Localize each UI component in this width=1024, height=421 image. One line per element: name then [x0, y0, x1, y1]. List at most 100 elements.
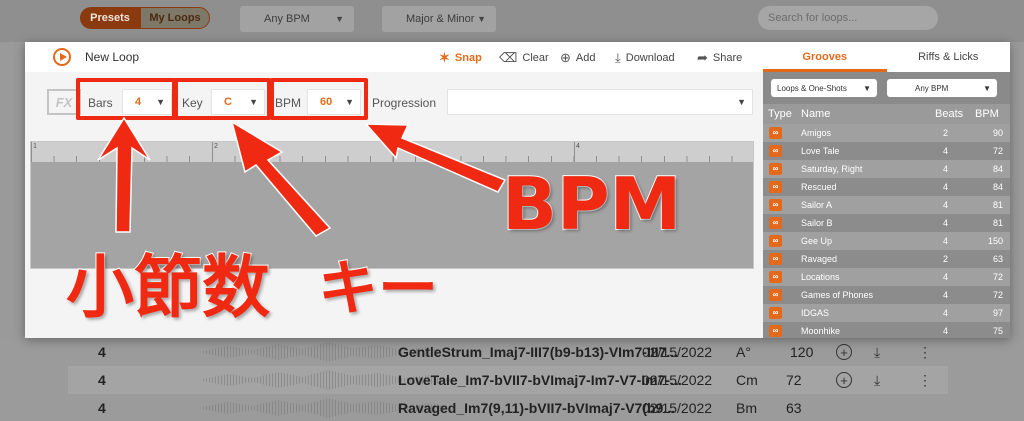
groove-beats: 4	[943, 200, 949, 210]
groove-bpm: 75	[992, 326, 1003, 336]
share-button[interactable]: ➦ Share	[697, 50, 742, 66]
groove-row[interactable]: ∞ Ravaged 2 63	[763, 250, 1010, 268]
bars-highlight-box	[76, 78, 176, 120]
loop-icon: ∞	[769, 199, 782, 211]
snap-button[interactable]: ✶ Snap	[439, 50, 482, 66]
groove-name: Ravaged	[801, 254, 838, 264]
groove-bpm: 90	[992, 128, 1003, 138]
loop-icon: ∞	[769, 235, 782, 247]
progression-select[interactable]: ▼	[447, 89, 753, 115]
groove-name: IDGAS	[801, 308, 830, 318]
groove-name: Games of Phones	[801, 290, 874, 300]
col-type: Type	[768, 108, 792, 120]
groove-row[interactable]: ∞ Gee Up 4 150	[763, 232, 1010, 250]
table-row[interactable]: 4 LoveTale_Im7-bVII7-bVImaj7-Im7-V7-Im7-…	[68, 366, 948, 394]
key-filter-label: Major & Minor	[406, 13, 475, 25]
chevron-down-icon: ▼	[335, 14, 344, 24]
share-icon: ➦	[697, 50, 708, 65]
groove-beats: 4	[943, 308, 949, 318]
add-icon[interactable]: +	[836, 344, 852, 360]
bar-marker	[393, 142, 394, 162]
chevron-down-icon: ▼	[983, 83, 991, 93]
download-button[interactable]: ⤓ Download	[615, 50, 675, 66]
bar-marker	[31, 142, 32, 162]
groove-beats: 4	[943, 218, 949, 228]
tab-grooves[interactable]: Grooves	[763, 42, 887, 72]
groove-beats: 2	[943, 254, 949, 264]
groove-row[interactable]: ∞ Rescued 4 84	[763, 178, 1010, 196]
download-icon[interactable]: ⤓	[874, 344, 880, 361]
groove-bpm: 81	[992, 218, 1003, 228]
loop-icon: ∞	[769, 127, 782, 139]
ruler-bar-number: 4	[576, 143, 580, 150]
groove-row[interactable]: ∞ Moonhike 4 75	[763, 322, 1010, 338]
table-row[interactable]: 4 Ravaged_Im7(9,11)-bVII7-bVImaj7-V7(b9.…	[68, 394, 948, 421]
groove-row[interactable]: ∞ Saturday, Right 4 84	[763, 160, 1010, 178]
groove-row[interactable]: ∞ Locations 4 72	[763, 268, 1010, 286]
bpm-filter-select[interactable]: Any BPM ▼	[240, 6, 354, 32]
row-date: 02/15/2022	[642, 372, 713, 388]
snap-label: Snap	[454, 52, 482, 64]
panel-bpm-select[interactable]: Any BPM ▼	[887, 79, 997, 97]
tab-riffs-licks[interactable]: Riffs & Licks	[887, 42, 1011, 72]
loop-icon: ∞	[769, 307, 782, 319]
row-bars: 4	[98, 344, 106, 360]
row-name: GentleStrum_Imaj7-III7(b9-b13)-VIm7-III7…	[398, 344, 679, 360]
groove-row[interactable]: ∞ Games of Phones 4 72	[763, 286, 1010, 304]
loop-type-select[interactable]: Loops & One-Shots ▼	[771, 79, 877, 97]
key-filter-select[interactable]: Major & Minor ▼	[382, 6, 496, 32]
loop-icon: ∞	[769, 289, 782, 301]
loop-icon: ∞	[769, 181, 782, 193]
row-bars: 4	[98, 400, 106, 416]
row-name: Ravaged_Im7(9,11)-bVII7-bVImaj7-V7(b9...	[398, 400, 675, 416]
timeline-ruler[interactable]: 1 2 3 4	[31, 142, 753, 162]
groove-beats: 4	[943, 272, 949, 282]
col-bpm: BPM	[975, 108, 999, 120]
more-icon[interactable]: ⋮	[918, 372, 932, 389]
more-icon[interactable]: ⋮	[918, 344, 932, 361]
table-row[interactable]: 4 GentleStrum_Imaj7-III7(b9-b13)-VIm7-II…	[68, 338, 948, 366]
presets-tab[interactable]: Presets	[80, 7, 140, 29]
row-date: 02/15/2022	[642, 344, 713, 360]
add-button[interactable]: ⊕ Add	[560, 50, 595, 66]
bars-annotation-label: 小節数	[65, 249, 271, 327]
groove-row[interactable]: ∞ IDGAS 4 97	[763, 304, 1010, 322]
background-header: Presets My Loops Any BPM ▼ Major & Minor…	[0, 0, 1024, 42]
row-bpm: 63	[786, 400, 802, 416]
chevron-down-icon: ▼	[477, 14, 486, 24]
groove-bpm: 150	[987, 236, 1003, 246]
groove-row[interactable]: ∞ Love Tale 4 72	[763, 142, 1010, 160]
groove-beats: 4	[943, 290, 949, 300]
add-icon[interactable]: +	[836, 372, 852, 388]
loop-icon: ∞	[769, 145, 782, 157]
bar-marker	[212, 142, 213, 162]
clear-button[interactable]: ⌫ Clear	[499, 50, 549, 66]
snap-icon: ✶	[439, 50, 450, 65]
groove-beats: 4	[943, 164, 949, 174]
download-icon: ⤓	[615, 50, 621, 65]
loop-icon: ∞	[769, 217, 782, 229]
groove-bpm: 72	[992, 290, 1003, 300]
panel-tabs: Grooves Riffs & Licks	[763, 42, 1010, 72]
download-icon[interactable]: ⤓	[874, 372, 880, 389]
loop-icon: ∞	[769, 325, 782, 337]
clear-icon: ⌫	[499, 50, 518, 65]
row-bpm: 120	[790, 344, 814, 360]
chevron-down-icon: ▼	[863, 83, 871, 93]
ruler-bar-number: 2	[214, 143, 218, 150]
row-name: LoveTale_Im7-bVII7-bVImaj7-Im7-V7-Im7-..…	[398, 372, 682, 388]
play-icon[interactable]	[53, 48, 71, 66]
panel-bpm-label: Any BPM	[915, 83, 949, 93]
row-key: Cm	[736, 372, 758, 388]
clear-label: Clear	[522, 52, 549, 64]
groove-bpm: 72	[992, 146, 1003, 156]
groove-bpm: 63	[992, 254, 1003, 264]
loop-icon: ∞	[769, 271, 782, 283]
groove-row[interactable]: ∞ Amigos 2 90	[763, 124, 1010, 142]
my-loops-tab[interactable]: My Loops	[140, 7, 210, 29]
loop-search-input[interactable]: Search for loops...	[758, 6, 938, 30]
groove-row[interactable]: ∞ Sailor B 4 81	[763, 214, 1010, 232]
groove-beats: 2	[943, 128, 949, 138]
groove-name: Gee Up	[801, 236, 833, 246]
groove-row[interactable]: ∞ Sailor A 4 81	[763, 196, 1010, 214]
